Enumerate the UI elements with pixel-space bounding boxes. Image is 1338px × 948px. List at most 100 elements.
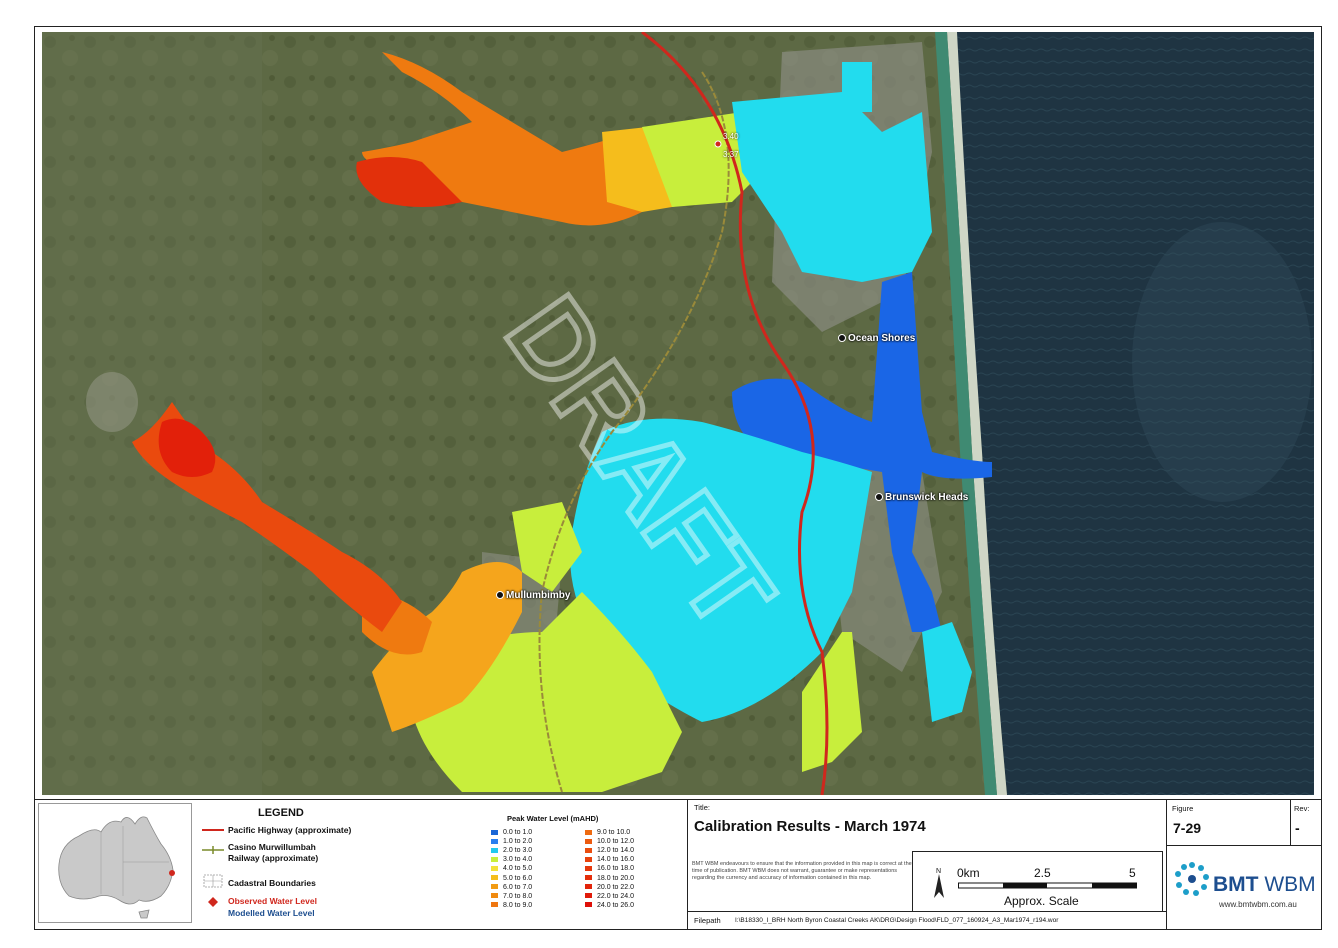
peak-level-item: 9.0 to 10.0 (585, 829, 630, 836)
figure-label: Figure (1172, 804, 1194, 813)
locality-inset (38, 803, 192, 923)
panel-divider (34, 799, 1322, 800)
cadastral-swatch (203, 874, 223, 888)
peak-level-swatch (585, 856, 592, 862)
peak-level-swatch (491, 829, 498, 835)
peak-level-swatch (491, 902, 498, 908)
peak-level-item: 8.0 to 9.0 (491, 902, 532, 909)
scale-bar (958, 882, 1137, 889)
peak-level-item: 18.0 to 20.0 (585, 875, 634, 882)
peak-level-item: 2.0 to 3.0 (491, 847, 532, 854)
north-label: N (936, 868, 942, 875)
peak-level-swatch (585, 902, 592, 908)
peak-level-swatch (491, 893, 498, 899)
peak-level-swatch (491, 875, 498, 881)
place-label: Ocean Shores (848, 333, 916, 344)
scale-label: Approx. Scale (1004, 894, 1079, 908)
place-dot (875, 493, 883, 502)
legend-title: LEGEND (258, 807, 304, 819)
panel-divider (912, 851, 1162, 852)
peak-level-label: 10.0 to 12.0 (597, 838, 634, 846)
peak-level-item: 5.0 to 6.0 (491, 875, 532, 882)
peak-level-label: 9.0 to 10.0 (597, 829, 631, 836)
flood-map: DRAFT 3.40 3.37 Ocean Shores Brunswick H… (42, 32, 1314, 795)
peak-level-label: 7.0 to 8.0 (503, 892, 533, 900)
rev-label: Rev: (1294, 804, 1310, 813)
peak-level-label: 20.0 to 22.0 (597, 883, 634, 891)
place-dot (838, 334, 846, 343)
peak-level-label: 22.0 to 24.0 (597, 892, 634, 900)
scale-max: 5 (1129, 866, 1136, 880)
observed-value: 3.40 (723, 132, 739, 141)
place-mullumbimby: Mullumbimby (496, 590, 570, 601)
peak-level-label: 4.0 to 5.0 (503, 865, 533, 873)
company-url: www.bmtwbm.com.au (1219, 900, 1297, 909)
peak-level-swatch (585, 875, 592, 881)
panel-divider (1166, 845, 1322, 846)
australia-map (58, 816, 175, 919)
peak-level-item: 7.0 to 8.0 (491, 893, 532, 900)
peak-level-item: 10.0 to 12.0 (585, 838, 634, 845)
peak-level-item: 22.0 to 24.0 (585, 893, 634, 900)
peak-level-swatch (585, 838, 592, 844)
map-title: Calibration Results - March 1974 (694, 818, 926, 835)
peak-level-swatch (585, 829, 592, 835)
peak-level-item: 14.0 to 16.0 (585, 856, 634, 863)
peak-level-label: 2.0 to 3.0 (503, 847, 533, 855)
peak-level-label: 0.0 to 1.0 (503, 829, 533, 836)
bmt-brand: BMT WBM (1213, 873, 1316, 897)
disclaimer: BMT WBM endeavours to ensure that the in… (692, 861, 912, 881)
legend-railway-1: Casino Murwillumbah (228, 842, 316, 852)
place-brunswick-heads: Brunswick Heads (875, 492, 968, 503)
place-label: Brunswick Heads (885, 492, 969, 503)
filepath-value: I:\B18330_I_BRH North Byron Coastal Cree… (735, 917, 1059, 924)
peak-level-label: 1.0 to 2.0 (503, 838, 533, 846)
peak-level-label: 12.0 to 14.0 (597, 847, 634, 855)
observed-swatch (208, 897, 218, 907)
peak-level-swatch (585, 893, 592, 899)
peak-level-item: 4.0 to 5.0 (491, 865, 532, 872)
peak-level-label: 8.0 to 9.0 (503, 901, 533, 909)
location-marker (169, 870, 175, 876)
place-label: Mullumbimby (506, 590, 571, 601)
highway-swatch (202, 829, 224, 831)
bmt-logo-icon (1175, 862, 1209, 896)
peak-level-item: 1.0 to 2.0 (491, 838, 532, 845)
place-ocean-shores: Ocean Shores (838, 333, 915, 344)
peak-level-label: 24.0 to 26.0 (597, 901, 634, 909)
north-arrow-icon (934, 874, 944, 898)
peak-level-swatch (491, 847, 498, 853)
peak-level-item: 12.0 to 14.0 (585, 847, 634, 854)
peak-level-swatch (585, 866, 592, 872)
peak-level-label: 18.0 to 20.0 (597, 874, 634, 882)
legend-railway-2: Railway (approximate) (228, 853, 319, 863)
peak-level-item: 20.0 to 22.0 (585, 884, 634, 891)
filepath-label: Filepath (694, 916, 721, 925)
peak-level-item: 0.0 to 1.0 (491, 829, 532, 836)
panel-divider (1290, 799, 1291, 845)
peak-level-swatch (585, 884, 592, 890)
panel-divider (1166, 799, 1167, 930)
map-graphic: DRAFT (42, 32, 1314, 795)
railway-swatch (202, 846, 224, 854)
peak-level-title: Peak Water Level (mAHD) (507, 814, 599, 823)
title-label: Title: (694, 803, 710, 812)
legend-cadastral: Cadastral Boundaries (228, 878, 316, 888)
modelled-value: 3.37 (723, 150, 739, 159)
panel-divider (687, 911, 1166, 912)
legend-observed: Observed Water Level (228, 896, 317, 906)
panel-divider (1162, 851, 1163, 911)
brand-bold: BMT (1213, 873, 1259, 896)
peak-level-label: 6.0 to 7.0 (503, 883, 533, 891)
place-dot (496, 591, 504, 600)
scale-zero: 0km (957, 866, 980, 880)
peak-level-label: 14.0 to 16.0 (597, 856, 634, 864)
peak-level-swatch (491, 884, 498, 890)
peak-level-label: 3.0 to 4.0 (503, 856, 533, 864)
legend-modelled: Modelled Water Level (228, 908, 315, 918)
panel-divider (912, 851, 913, 911)
observed-water-marker (714, 140, 722, 148)
peak-level-swatch (491, 866, 498, 872)
peak-level-swatch (491, 838, 498, 844)
peak-level-label: 16.0 to 18.0 (597, 865, 634, 873)
